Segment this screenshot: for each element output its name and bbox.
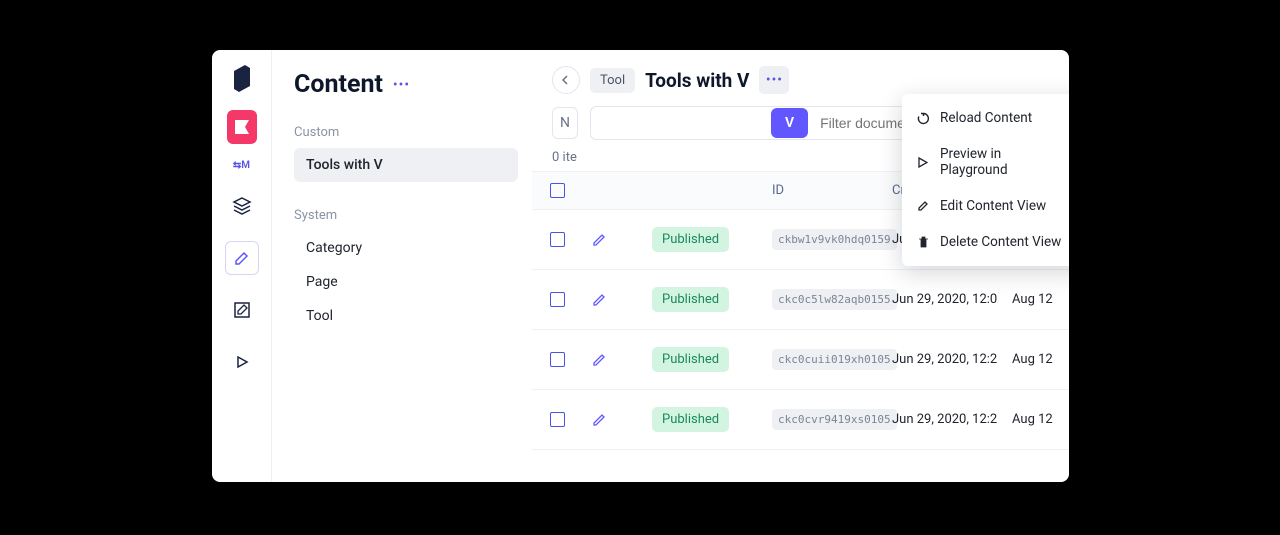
dropdown-item-label: Preview in Playground [940,146,1069,178]
sidebar-item-tools-with-v[interactable]: Tools with V [294,148,518,182]
row-created: Jun 29, 2020, 12:0 [882,281,1002,318]
edit-row-icon[interactable] [592,233,632,247]
content-nav-section [227,112,257,142]
view-actions-button[interactable]: ••• [759,66,789,94]
trash-icon [916,236,930,248]
row-checkbox[interactable] [550,232,565,247]
main: Tool Tools with V ••• Reload Content Pre… [532,50,1069,482]
sidebar-item-category[interactable]: Category [294,231,518,265]
table-row[interactable]: Published ckc0c5lw82aqb0155 Jun 29, 2020… [532,270,1069,330]
row-updated: Aug 12 [1002,281,1062,318]
view-actions-dropdown: Reload Content Preview in Playground Edi… [902,94,1069,266]
dropdown-item-label: Edit Content View [940,198,1046,214]
row-updated: Aug 12 [1002,401,1062,438]
dropdown-edit-content-view[interactable]: Edit Content View [902,188,1069,224]
page-title: Tools with V [645,69,749,92]
row-checkbox[interactable] [550,412,565,427]
topbar: Tool Tools with V ••• Reload Content Pre… [532,50,1069,106]
group-label-system: System [294,208,518,223]
row-checkbox[interactable] [550,292,565,307]
play-nav-icon[interactable] [225,345,259,379]
cm-badge: ⇆M [233,160,250,171]
dropdown-delete-content-view[interactable]: Delete Content View [902,224,1069,260]
back-button[interactable] [552,66,580,94]
dropdown-item-label: Reload Content [940,110,1032,126]
sidebar-item-tool[interactable]: Tool [294,299,518,333]
filter-chip-v[interactable]: V [771,108,808,138]
edit-row-icon[interactable] [592,413,632,427]
status-badge: Published [652,347,729,372]
row-id: ckc0c5lw82aqb0155 [772,289,897,310]
model-tag: Tool [590,68,635,93]
group-label-custom: Custom [294,125,518,140]
dropdown-preview-playground[interactable]: Preview in Playground [902,136,1069,188]
app-window: ⇆M Content ••• Custom Tools with V Syste… [212,50,1069,482]
row-id: ckc0cvr9419xs0105 [772,409,897,430]
edit-row-icon[interactable] [592,293,632,307]
dropdown-item-label: Delete Content View [940,234,1061,250]
row-created: Jun 29, 2020, 12:2 [882,401,1002,438]
status-badge: Published [652,407,729,432]
sidebar: Content ••• Custom Tools with V System C… [272,50,532,482]
reload-icon [916,112,930,125]
status-badge: Published [652,227,729,252]
edit-nav-icon[interactable] [225,241,259,275]
status-badge: Published [652,287,729,312]
edit-row-icon[interactable] [592,353,632,367]
table-row[interactable]: Published ckc0cvr9419xs0105 Jun 29, 2020… [532,390,1069,450]
dropdown-reload-content[interactable]: Reload Content [902,100,1069,136]
table-row[interactable]: Published ckc0cuii019xh0105 Jun 29, 2020… [532,330,1069,390]
edit-icon [916,200,930,212]
row-updated: Aug 12 [1002,341,1062,378]
brand-logo-icon [229,64,255,94]
compose-icon[interactable] [225,293,259,327]
layers-icon[interactable] [225,189,259,223]
select-all-checkbox[interactable] [550,183,565,198]
row-checkbox[interactable] [550,352,565,367]
iconbar: ⇆M [212,50,272,482]
nav-content-icon[interactable] [227,110,257,144]
column-id: ID [762,172,882,209]
row-created: Jun 29, 2020, 12:2 [882,341,1002,378]
sidebar-more-icon[interactable]: ••• [393,77,410,93]
play-icon [916,157,930,168]
new-button[interactable]: N [552,107,578,139]
row-id: ckc0cuii019xh0105 [772,349,897,370]
row-id: ckbw1v9vk0hdq0159 [772,229,897,250]
sidebar-title: Content [294,70,383,99]
sidebar-item-page[interactable]: Page [294,265,518,299]
